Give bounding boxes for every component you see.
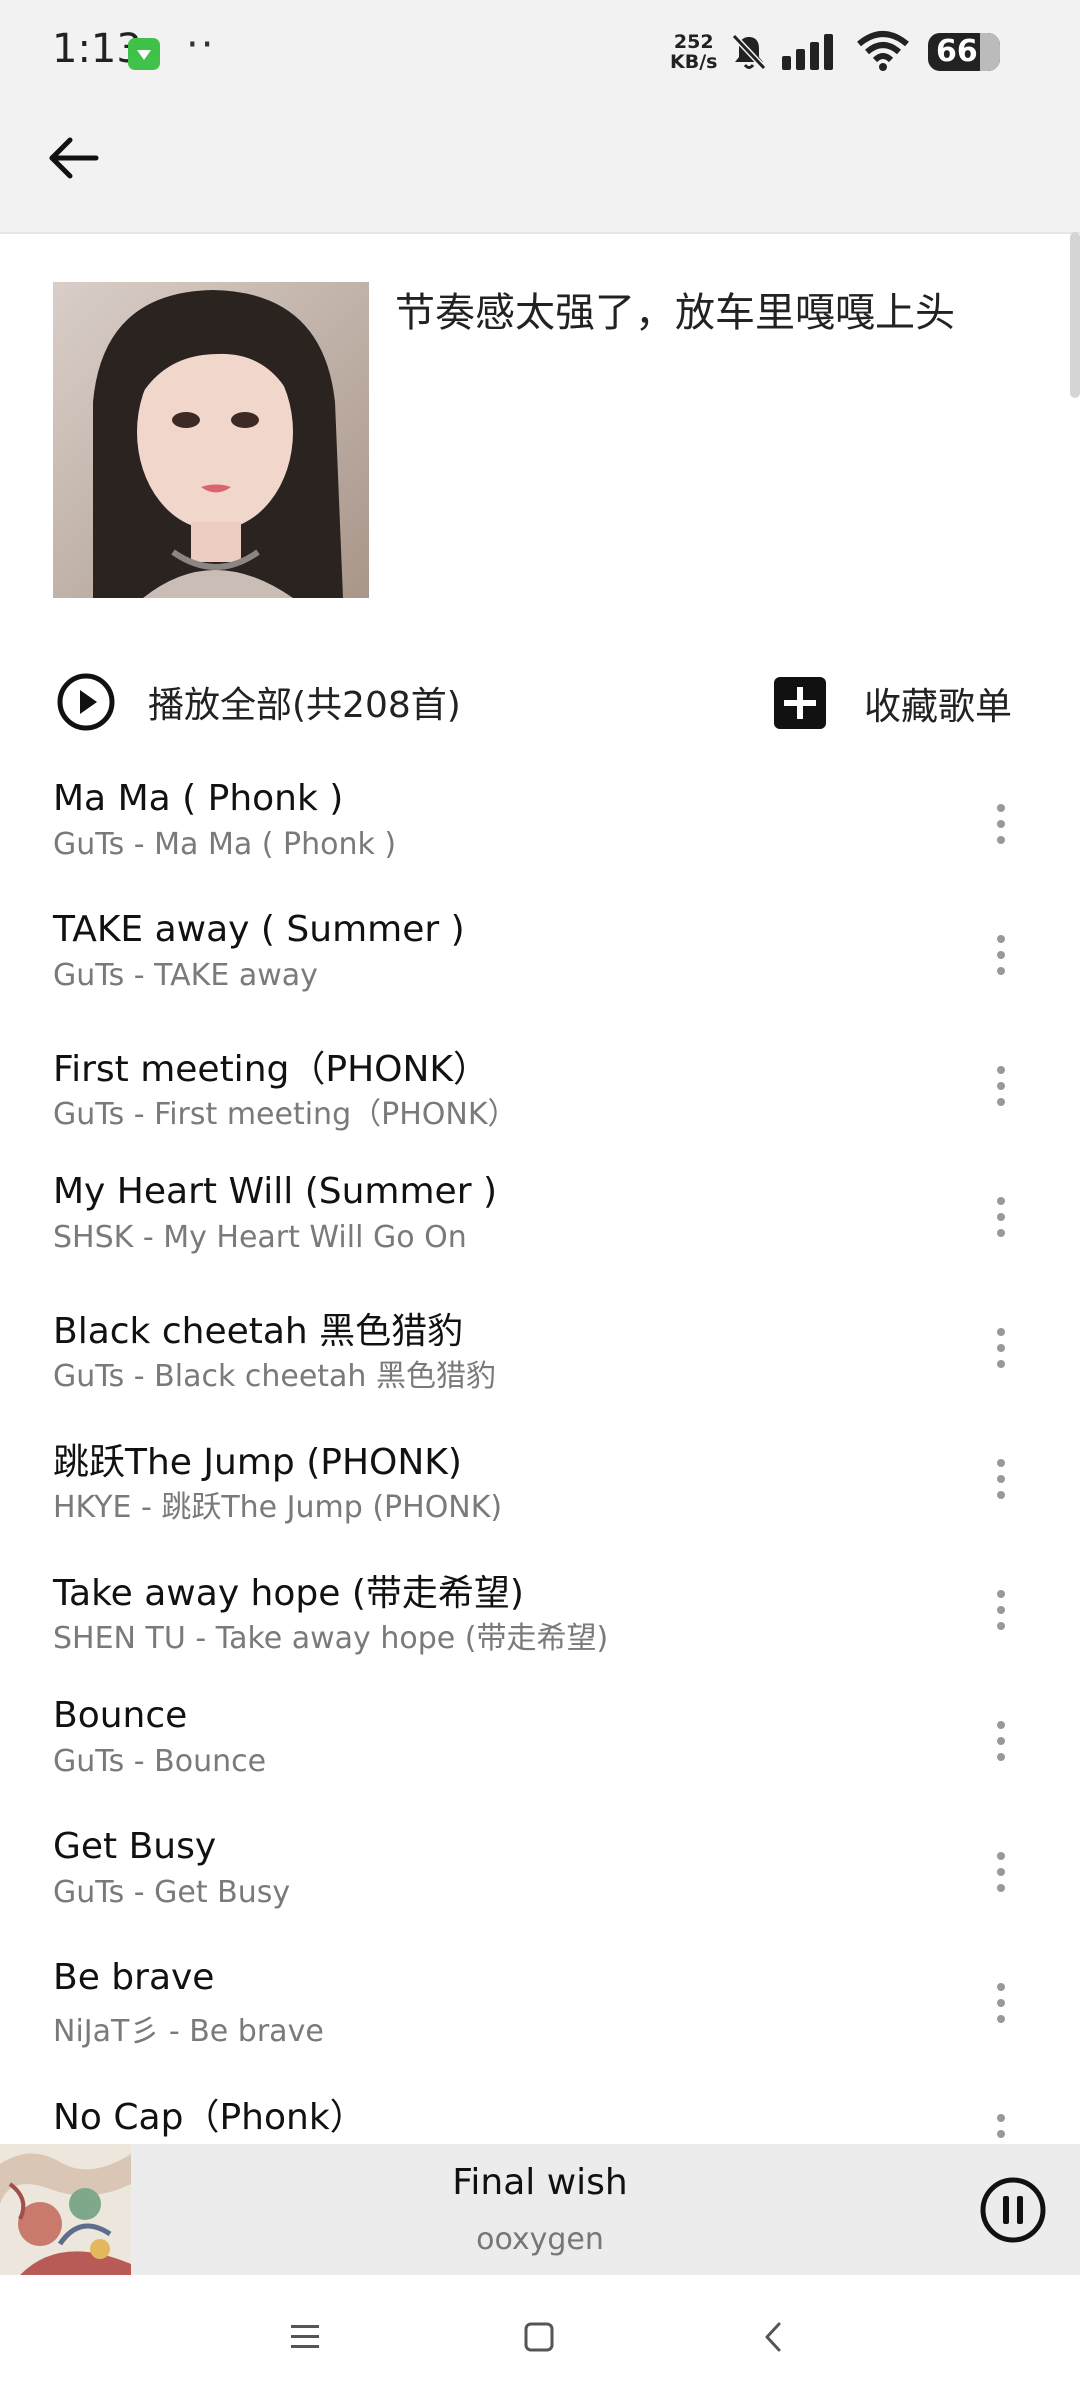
song-row[interactable]: No Cap（Phonk） — [0, 2068, 1080, 2144]
signal-icon — [782, 34, 833, 70]
song-title: First meeting（PHONK） — [53, 1049, 490, 1090]
song-title: Take away hope (带走希望) — [53, 1573, 524, 1614]
mini-player[interactable]: Final wish ooxygen — [0, 2144, 1080, 2275]
song-row[interactable]: Bounce GuTs - Bounce — [0, 1675, 1080, 1806]
song-title: 跳跃The Jump (PHONK) — [53, 1442, 462, 1483]
song-title: Ma Ma ( Phonk ) — [53, 778, 344, 819]
more-vertical-icon[interactable] — [988, 1062, 1014, 1110]
song-artist-album: HKYE - 跳跃The Jump (PHONK) — [53, 1490, 503, 1525]
more-vertical-icon[interactable] — [988, 1324, 1014, 1372]
collect-playlist-label: 收藏歌单 — [864, 685, 1012, 728]
playlist-cover-image — [53, 282, 369, 598]
song-title: TAKE away ( Summer ) — [53, 909, 465, 950]
play-all-label: 播放全部(共208首) — [148, 685, 461, 726]
song-row[interactable]: Be brave NiJaT彡 - Be brave — [0, 1937, 1080, 2068]
scroll-indicator[interactable] — [1070, 232, 1080, 398]
song-artist-album: SHEN TU - Take away hope (带走希望) — [53, 1621, 609, 1656]
square-home-icon[interactable] — [517, 2315, 561, 2359]
more-vertical-icon[interactable] — [988, 1193, 1014, 1241]
song-title: No Cap（Phonk） — [53, 2097, 366, 2138]
wifi-icon — [857, 31, 909, 71]
net-speed-value: 252 — [673, 31, 714, 53]
chevron-left-icon[interactable] — [752, 2315, 796, 2359]
more-notifications-indicator: ·· — [186, 22, 216, 68]
song-title: Black cheetah 黑色猎豹 — [53, 1311, 464, 1352]
more-vertical-icon[interactable] — [988, 931, 1014, 979]
menu-icon[interactable] — [283, 2315, 327, 2359]
more-vertical-icon[interactable] — [988, 1586, 1014, 1634]
collect-playlist-button[interactable]: 收藏歌单 — [772, 675, 1012, 731]
song-artist-album: GuTs - First meeting（PHONK） — [53, 1097, 518, 1132]
top-bar: 1:13 ·· 252 KB/s 66 — [0, 0, 1080, 234]
song-row[interactable]: Get Busy GuTs - Get Busy — [0, 1806, 1080, 1937]
app-notification-icon — [128, 38, 160, 70]
song-artist-album: GuTs - Bounce — [53, 1744, 267, 1779]
song-artist-album: GuTs - Black cheetah 黑色猎豹 — [53, 1359, 496, 1394]
mute-bell-icon — [731, 33, 767, 71]
more-vertical-icon[interactable] — [988, 1848, 1014, 1896]
battery-level: 66 — [936, 34, 978, 69]
song-artist-album: SHSK - My Heart Will Go On — [53, 1220, 467, 1255]
song-row[interactable]: Black cheetah 黑色猎豹 GuTs - Black cheetah … — [0, 1282, 1080, 1413]
song-row[interactable]: 跳跃The Jump (PHONK) HKYE - 跳跃The Jump (PH… — [0, 1413, 1080, 1544]
more-vertical-icon[interactable] — [988, 2110, 1014, 2144]
pause-circle-icon[interactable] — [979, 2176, 1047, 2244]
song-title: Get Busy — [53, 1826, 217, 1867]
system-nav-bar — [0, 2275, 1080, 2400]
song-list: Ma Ma ( Phonk ) GuTs - Ma Ma ( Phonk ) T… — [0, 758, 1080, 2144]
more-vertical-icon[interactable] — [988, 1979, 1014, 2027]
more-vertical-icon[interactable] — [988, 1455, 1014, 1503]
battery-empty-portion — [980, 33, 1000, 71]
now-playing-artist: ooxygen — [476, 2222, 604, 2257]
song-title: Be brave — [53, 1957, 215, 1998]
play-all-button[interactable]: 播放全部(共208首) — [56, 672, 461, 732]
battery-indicator: 66 — [928, 33, 1000, 71]
song-title: My Heart Will (Summer ) — [53, 1171, 497, 1212]
song-artist-album: GuTs - TAKE away — [53, 958, 318, 993]
song-row[interactable]: TAKE away ( Summer ) GuTs - TAKE away — [0, 889, 1080, 1020]
song-artist-album: NiJaT彡 - Be brave — [53, 2014, 324, 2049]
now-playing-title: Final wish — [452, 2162, 628, 2203]
play-circle-icon — [57, 673, 115, 731]
song-row[interactable]: Take away hope (带走希望) SHEN TU - Take awa… — [0, 1544, 1080, 1675]
more-vertical-icon[interactable] — [988, 800, 1014, 848]
net-speed: 252 KB/s — [670, 32, 717, 72]
song-row[interactable]: First meeting（PHONK） GuTs - First meetin… — [0, 1020, 1080, 1151]
playlist-title: 节奏感太强了，放车里嘎嘎上头 — [395, 290, 955, 336]
plus-square-icon — [774, 677, 826, 729]
arrow-left-icon[interactable] — [46, 130, 102, 186]
more-vertical-icon[interactable] — [988, 1717, 1014, 1765]
song-artist-album: GuTs - Get Busy — [53, 1875, 291, 1910]
song-row[interactable]: Ma Ma ( Phonk ) GuTs - Ma Ma ( Phonk ) — [0, 758, 1080, 889]
status-bar: 1:13 ·· 252 KB/s 66 — [0, 0, 1080, 105]
song-title: Bounce — [53, 1695, 188, 1736]
net-speed-unit: KB/s — [670, 51, 718, 73]
song-artist-album: GuTs - Ma Ma ( Phonk ) — [53, 827, 397, 862]
song-row[interactable]: My Heart Will (Summer ) SHSK - My Heart … — [0, 1151, 1080, 1282]
